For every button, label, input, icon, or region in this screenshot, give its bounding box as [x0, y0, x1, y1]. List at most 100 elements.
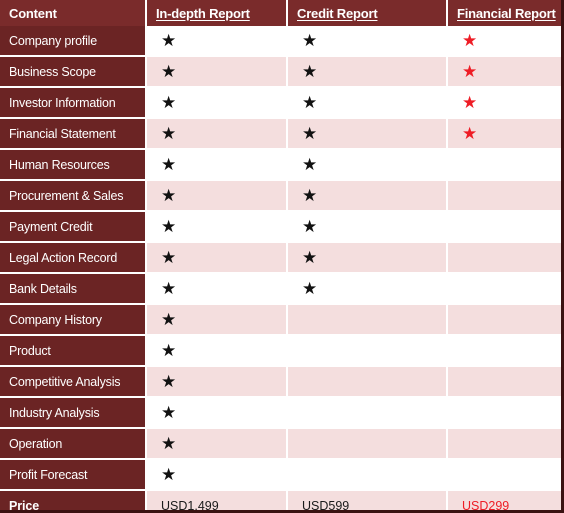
cell-financial: ★ [448, 119, 564, 150]
cell-indepth: ★ [147, 460, 288, 491]
cell-indepth: ★ [147, 57, 288, 88]
row-label-profit-forecast: Profit Forecast [0, 460, 147, 491]
cell-indepth: ★ [147, 26, 288, 57]
row-label-legal-action-record: Legal Action Record [0, 243, 147, 274]
star-icon: ★ [161, 217, 177, 236]
star-icon: ★ [302, 279, 318, 298]
row-label-investor-information: Investor Information [0, 88, 147, 119]
star-icon: ★ [302, 155, 318, 174]
cell-credit [288, 367, 448, 398]
cell-credit [288, 305, 448, 336]
cell-financial [448, 274, 564, 305]
star-icon: ★ [161, 434, 177, 453]
cell-credit: ★ [288, 212, 448, 243]
table-row: Bank Details ★ ★ [0, 274, 564, 305]
cell-financial [448, 243, 564, 274]
table-row: Investor Information ★ ★ ★ [0, 88, 564, 119]
row-label-payment-credit: Payment Credit [0, 212, 147, 243]
row-label-human-resources: Human Resources [0, 150, 147, 181]
cell-credit: ★ [288, 88, 448, 119]
table-header: Content In-depth Report Credit Report Fi… [0, 0, 564, 26]
cell-credit: ★ [288, 26, 448, 57]
cell-credit [288, 460, 448, 491]
row-label-bank-details: Bank Details [0, 274, 147, 305]
table-row: Industry Analysis ★ [0, 398, 564, 429]
cell-credit: ★ [288, 181, 448, 212]
column-header-financial-report: Financial Report [448, 0, 564, 26]
column-header-content: Content [0, 0, 147, 26]
star-icon: ★ [302, 93, 318, 112]
cell-credit: ★ [288, 119, 448, 150]
cell-indepth: ★ [147, 305, 288, 336]
cell-financial: ★ [448, 26, 564, 57]
star-icon: ★ [161, 279, 177, 298]
column-header-financial-report-label: Financial Report [457, 5, 556, 21]
table-row: Legal Action Record ★ ★ [0, 243, 564, 274]
star-icon: ★ [161, 341, 177, 360]
report-comparison-table: Content In-depth Report Credit Report Fi… [0, 0, 564, 513]
table-row: Operation ★ [0, 429, 564, 460]
star-icon: ★ [302, 217, 318, 236]
cell-indepth: ★ [147, 367, 288, 398]
star-icon: ★ [161, 403, 177, 422]
cell-credit [288, 336, 448, 367]
header-row: Content In-depth Report Credit Report Fi… [0, 0, 564, 26]
table-row: Company History ★ [0, 305, 564, 336]
table-row: Procurement & Sales ★ ★ [0, 181, 564, 212]
star-red-icon: ★ [462, 31, 478, 50]
star-icon: ★ [161, 62, 177, 81]
table-row: Product ★ [0, 336, 564, 367]
star-icon: ★ [161, 124, 177, 143]
row-label-company-history: Company History [0, 305, 147, 336]
row-label-operation: Operation [0, 429, 147, 460]
star-red-icon: ★ [462, 93, 478, 112]
cell-financial [448, 305, 564, 336]
star-icon: ★ [302, 124, 318, 143]
cell-financial [448, 150, 564, 181]
column-header-credit-report-label: Credit Report [297, 5, 378, 21]
table-row: Financial Statement ★ ★ ★ [0, 119, 564, 150]
cell-financial [448, 398, 564, 429]
table-body: Company profile ★ ★ ★ Business Scope ★ ★ ★ Inves… [0, 26, 564, 513]
table-row: Human Resources ★ ★ [0, 150, 564, 181]
column-header-credit-report: Credit Report [288, 0, 448, 26]
star-icon: ★ [161, 186, 177, 205]
cell-credit: ★ [288, 274, 448, 305]
star-icon: ★ [302, 186, 318, 205]
cell-indepth: ★ [147, 181, 288, 212]
cell-credit: ★ [288, 57, 448, 88]
star-icon: ★ [161, 372, 177, 391]
row-label-competitive-analysis: Competitive Analysis [0, 367, 147, 398]
star-icon: ★ [161, 31, 177, 50]
cell-indepth: ★ [147, 243, 288, 274]
cell-credit [288, 429, 448, 460]
cell-financial [448, 212, 564, 243]
row-label-company-profile: Company profile [0, 26, 147, 57]
row-label-financial-statement: Financial Statement [0, 119, 147, 150]
table-row: Competitive Analysis ★ [0, 367, 564, 398]
row-label-industry-analysis: Industry Analysis [0, 398, 147, 429]
star-red-icon: ★ [462, 62, 478, 81]
cell-credit [288, 398, 448, 429]
cell-indepth: ★ [147, 336, 288, 367]
cell-indepth: ★ [147, 88, 288, 119]
cell-indepth: ★ [147, 119, 288, 150]
star-icon: ★ [161, 93, 177, 112]
table-row: Payment Credit ★ ★ [0, 212, 564, 243]
cell-indepth: ★ [147, 398, 288, 429]
star-icon: ★ [161, 155, 177, 174]
column-header-content-label: Content [9, 5, 57, 21]
cell-financial: ★ [448, 88, 564, 119]
cell-financial [448, 460, 564, 491]
cell-financial [448, 429, 564, 460]
cell-indepth: ★ [147, 429, 288, 460]
cell-indepth: ★ [147, 150, 288, 181]
star-icon: ★ [161, 248, 177, 267]
cell-financial: ★ [448, 57, 564, 88]
star-icon: ★ [161, 310, 177, 329]
cell-credit: ★ [288, 150, 448, 181]
table-row: Business Scope ★ ★ ★ [0, 57, 564, 88]
cell-financial [448, 336, 564, 367]
cell-credit: ★ [288, 243, 448, 274]
cell-indepth: ★ [147, 274, 288, 305]
